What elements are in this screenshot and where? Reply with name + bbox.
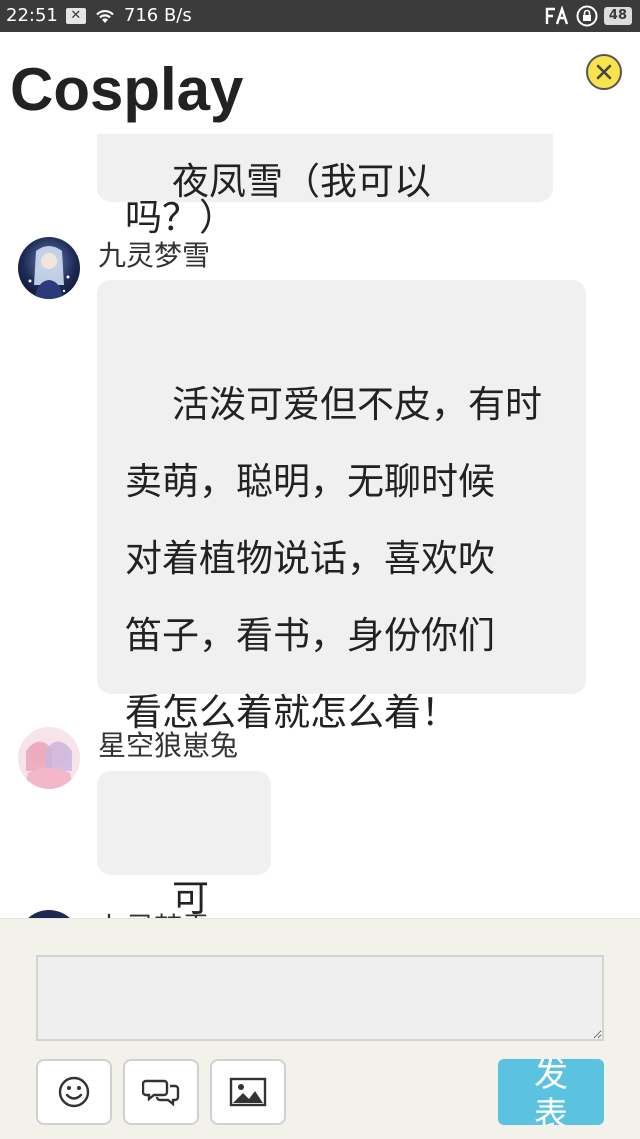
send-button-label: 发表	[534, 1059, 568, 1125]
battery-icon: 48	[603, 7, 632, 25]
emoji-button[interactable]	[36, 1059, 112, 1125]
network-speed: 716 B/s	[123, 5, 192, 26]
message-text: 夜凤雪（我可以吗？）	[125, 160, 432, 239]
chat-bubbles-icon	[142, 1079, 180, 1107]
message-username: 星空狼崽兔	[98, 729, 239, 762]
lock-icon	[576, 5, 598, 27]
close-button[interactable]	[586, 54, 622, 90]
fa-icon	[545, 6, 569, 25]
message-text: 活泼可爱但不皮，有时 卖萌，聪明，无聊时候 对着植物说话，喜欢吹 笛子，看书，身…	[125, 383, 543, 734]
wifi-icon	[96, 9, 114, 23]
page-title: Cosplay	[10, 56, 244, 123]
message-input[interactable]	[36, 955, 604, 1041]
close-box-icon: ✕	[65, 7, 86, 24]
message-bubble: 夜凤雪（我可以吗？）	[97, 134, 553, 236]
image-icon	[229, 1077, 267, 1107]
send-button[interactable]: 发表	[498, 1059, 604, 1125]
status-bar: 22:51 ✕ 716 B/s 48	[0, 0, 640, 32]
message-username: 九灵梦雪	[98, 906, 210, 918]
avatar[interactable]	[18, 910, 80, 918]
status-time: 22:51	[6, 5, 58, 26]
status-right: 48	[544, 5, 632, 27]
avatar[interactable]	[18, 727, 80, 789]
message-bubble: 可以。	[97, 771, 271, 918]
avatar[interactable]	[18, 237, 80, 299]
message-bubble: 活泼可爱但不皮，有时 卖萌，聪明，无聊时候 对着植物说话，喜欢吹 笛子，看书，身…	[97, 280, 586, 734]
close-icon	[596, 64, 612, 80]
message-username: 九灵梦雪	[98, 239, 211, 272]
status-left: 22:51 ✕ 716 B/s	[6, 5, 192, 26]
image-button[interactable]	[210, 1059, 286, 1125]
composer: 发表	[0, 918, 640, 1139]
smiley-icon	[58, 1076, 90, 1108]
chat-button[interactable]	[123, 1059, 199, 1125]
chat-list[interactable]: 夜凤雪（我可以吗？） 九灵梦雪 活泼可爱但不皮，有时 卖萌，聪明，无聊时候 对着…	[0, 134, 640, 918]
